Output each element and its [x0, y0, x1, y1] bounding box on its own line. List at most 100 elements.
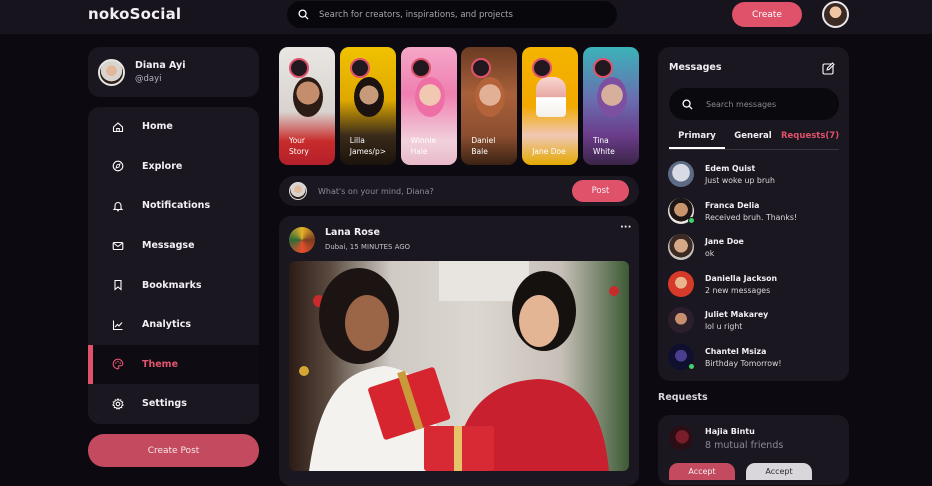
sidebar-item-home[interactable]: Home — [88, 107, 259, 147]
message-avatar — [668, 344, 695, 370]
message-avatar — [668, 161, 694, 187]
message-item[interactable]: Jane Doe ok — [668, 233, 843, 261]
sidebar-item-theme[interactable]: Theme — [88, 344, 259, 385]
sidebar-item-notifications[interactable]: Notifications — [88, 186, 259, 226]
story-card[interactable]: Jane Doe — [522, 47, 579, 165]
messages-panel: Messages Search messages Primary General… — [658, 47, 849, 381]
story-label: Story — [289, 147, 309, 156]
message-preview: Just woke up bruh — [705, 175, 775, 185]
profile-avatar — [98, 58, 125, 86]
message-avatar — [668, 234, 694, 260]
message-preview: Birthday Tomorrow! — [705, 358, 782, 368]
app-logo[interactable]: nokoSocial — [88, 5, 181, 23]
message-sender: Daniella Jackson — [705, 273, 778, 283]
sidebar-item-bookmarks[interactable]: Bookmarks — [88, 265, 259, 305]
message-sender: Edem Quist — [705, 163, 756, 173]
mail-icon — [111, 239, 124, 252]
bell-icon — [111, 199, 124, 212]
message-avatar — [668, 198, 695, 224]
sidebar-item-analytics[interactable]: Analytics — [88, 305, 259, 345]
messages-search-input[interactable]: Search messages — [706, 100, 776, 109]
post-button[interactable]: Post — [572, 180, 629, 202]
gear-icon — [111, 397, 124, 410]
online-indicator — [688, 363, 695, 370]
search-icon — [682, 95, 693, 114]
story-label: Lilla — [349, 136, 365, 145]
requests-title: Requests — [658, 392, 708, 403]
post-image[interactable] — [289, 261, 629, 471]
story-label: Jane Doe — [532, 147, 566, 156]
story-card[interactable]: Winnie Hale — [400, 47, 457, 165]
message-sender: Jane Doe — [705, 236, 744, 246]
post-author-avatar[interactable] — [289, 227, 315, 253]
message-sender: Franca Delia — [705, 200, 760, 210]
story-card[interactable]: Lilla James/p> — [339, 47, 396, 165]
sidebar-item-label: Analytics — [142, 319, 192, 331]
message-item[interactable]: Daniella Jackson 2 new messages — [668, 270, 843, 298]
message-preview: Received bruh. Thanks! — [705, 212, 798, 222]
messages-tabs: Primary General Requests(7) — [669, 130, 839, 150]
sidebar-item-label: Messagse — [142, 240, 195, 252]
sidebar-item-label: Notifications — [142, 200, 211, 212]
tab-primary[interactable]: Primary — [669, 130, 725, 149]
message-item[interactable]: Chantel Msiza Birthday Tomorrow! — [668, 343, 843, 371]
search-icon — [298, 5, 309, 24]
messages-search[interactable]: Search messages — [669, 88, 839, 120]
sidebar-item-explore[interactable]: Explore — [88, 147, 259, 187]
composer-avatar — [289, 182, 307, 200]
story-card[interactable]: Your Story — [279, 47, 335, 165]
create-post-button[interactable]: Create Post — [88, 434, 259, 467]
user-avatar[interactable] — [822, 1, 849, 28]
message-sender: Chantel Msiza — [705, 346, 767, 356]
story-avatar — [471, 58, 492, 78]
sidebar-item-label: Home — [142, 121, 173, 133]
request-name: Hajia Bintu — [705, 427, 755, 436]
story-card[interactable]: Tina White — [582, 47, 639, 165]
post-author[interactable]: Lana Rose — [325, 227, 380, 238]
message-item[interactable]: Juliet Makarey lol u right — [668, 306, 843, 334]
sidebar-item-settings[interactable]: Settings — [88, 384, 259, 424]
more-options-icon[interactable]: ··· — [620, 222, 631, 233]
bookmark-icon — [111, 279, 124, 292]
tab-requests[interactable]: Requests(7) — [781, 130, 839, 149]
message-sender: Juliet Makarey — [705, 309, 769, 319]
request-avatar — [669, 426, 693, 450]
top-bar: nokoSocial Search for creators, inspirat… — [0, 0, 932, 34]
message-avatar — [668, 271, 694, 297]
edit-icon[interactable] — [822, 60, 835, 79]
sidebar-item-label: Bookmarks — [142, 279, 202, 291]
post-composer: What's on your mind, Diana? Post — [279, 176, 639, 206]
sidebar-item-label: Theme — [142, 358, 179, 370]
message-item[interactable]: Franca Delia Received bruh. Thanks! — [668, 197, 843, 225]
sidebar-item-label: Explore — [142, 160, 183, 172]
palette-icon — [111, 358, 124, 371]
compass-icon — [111, 160, 124, 173]
message-avatar — [668, 307, 694, 333]
story-label: Winnie — [410, 136, 437, 145]
story-avatar — [410, 58, 431, 78]
accept-button[interactable]: Accept — [669, 463, 735, 480]
story-card[interactable]: Daniel Bale — [461, 47, 518, 165]
sidebar-nav: Home Explore Notifications Messagse Book… — [88, 107, 259, 424]
profile-card[interactable]: Diana Ayi @dayi — [88, 47, 259, 97]
profile-handle: @dayi — [135, 74, 162, 84]
message-item[interactable]: Edem Quist Just woke up bruh — [668, 160, 843, 188]
story-label: Your — [289, 136, 306, 145]
story-avatar — [289, 58, 309, 78]
message-preview: ok — [705, 248, 715, 258]
message-preview: lol u right — [705, 321, 743, 331]
search-bar[interactable]: Search for creators, inspirations, and p… — [287, 1, 617, 28]
chart-icon — [111, 318, 124, 331]
composer-input[interactable]: What's on your mind, Diana? — [318, 187, 434, 196]
story-label: White — [592, 147, 615, 156]
decline-button[interactable]: Accept — [746, 463, 812, 480]
search-input[interactable]: Search for creators, inspirations, and p… — [319, 10, 513, 20]
feed-post: Lana Rose Dubai, 15 MINUTES AGO ··· — [279, 216, 639, 486]
story-label: James/p> — [349, 147, 387, 156]
story-label: Hale — [410, 147, 428, 156]
post-location: Dubai, 15 MINUTES AGO — [325, 243, 411, 251]
tab-general[interactable]: General — [725, 130, 781, 149]
sidebar-item-messages[interactable]: Messagse — [88, 226, 259, 266]
friend-request-card: Hajia Bintu 8 mutual friends Accept Acce… — [658, 415, 849, 485]
create-button[interactable]: Create — [732, 2, 802, 27]
